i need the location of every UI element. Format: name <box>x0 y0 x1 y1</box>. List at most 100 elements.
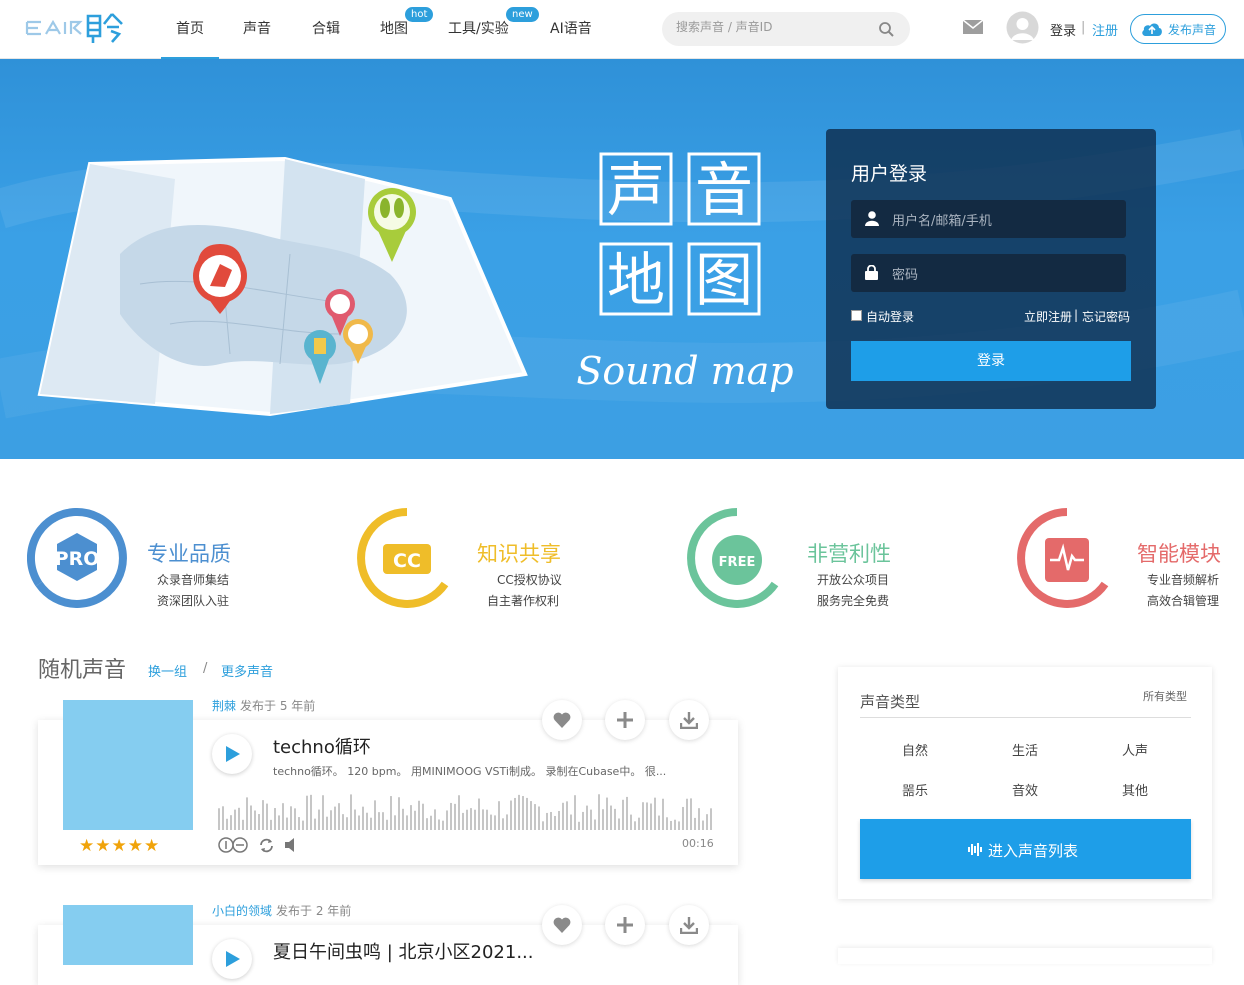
download-button[interactable] <box>669 905 709 945</box>
nav-tools[interactable]: 工具/实验 <box>448 18 509 59</box>
switch-group-link[interactable]: 换一组 <box>148 661 187 680</box>
sound-published: 发布于 2 年前 <box>276 904 352 918</box>
nav-collections[interactable]: 合辑 <box>312 18 340 59</box>
nav-map[interactable]: 地图 <box>380 18 408 59</box>
waveform-bar <box>518 794 520 830</box>
site-logo[interactable] <box>24 10 130 46</box>
waveform-bar <box>226 818 228 830</box>
auto-login-label[interactable]: 自动登录 <box>866 308 914 325</box>
avatar[interactable] <box>1006 11 1039 44</box>
sound-types-panel: 声音类型 所有类型 自然 生活 人声 噐乐 音效 其他 进入声音列表 <box>838 667 1212 899</box>
waveform-bar <box>466 809 468 830</box>
type-life[interactable]: 生活 <box>1012 740 1038 759</box>
add-to-collection-button[interactable] <box>605 905 645 945</box>
waveform-bar <box>550 811 552 830</box>
waveform-bar <box>618 818 620 830</box>
waveform-bar <box>326 816 328 830</box>
waveform-bar <box>514 797 516 830</box>
forgot-password-link[interactable]: 忘记密码 <box>1082 308 1130 325</box>
waveform-bar <box>286 817 288 830</box>
username-placeholder: 用户名/邮箱/手机 <box>892 214 992 229</box>
feature-free-line1: 开放公众项目 <box>817 573 890 587</box>
more-sounds-link[interactable]: 更多声音 <box>221 661 273 680</box>
auto-login-checkbox[interactable] <box>851 310 862 321</box>
waveform-bar <box>454 803 456 830</box>
hero-subtitle: Sound map <box>576 349 793 393</box>
play-button[interactable] <box>212 939 252 979</box>
login-submit-button[interactable]: 登录 <box>851 341 1131 381</box>
like-button[interactable] <box>542 700 582 740</box>
username-field[interactable]: 用户名/邮箱/手机 <box>851 200 1126 238</box>
hero-char-3: 地 <box>607 246 665 314</box>
waveform-bar <box>262 800 264 830</box>
enter-sound-list-button[interactable]: 进入声音列表 <box>860 819 1191 879</box>
type-effects[interactable]: 音效 <box>1012 780 1038 799</box>
sound-types-title: 声音类型 <box>860 693 921 711</box>
register-link[interactable]: 注册 <box>1092 20 1118 39</box>
add-to-collection-button[interactable] <box>605 700 645 740</box>
sound-map-title-art: 声 音 地 图 Sound map <box>576 152 794 393</box>
waveform-bar <box>706 814 708 830</box>
sound-title[interactable]: techno循环 <box>273 733 371 759</box>
waveform-bar <box>234 809 236 830</box>
waveform-bar <box>318 809 320 830</box>
sound-card: ★★★★★ techno循环 techno循环。 120 bpm。 用MINIM… <box>38 700 738 865</box>
volume-icon[interactable] <box>285 838 301 852</box>
waveform-bar <box>502 818 504 830</box>
waveform-bar <box>710 808 712 830</box>
feature-cc-title: 知识共享 <box>477 542 561 566</box>
waveform-bar <box>458 795 460 830</box>
sound-author[interactable]: 荆棘 <box>212 697 236 714</box>
sound-author[interactable]: 小白的领域 <box>212 902 272 919</box>
waveform-bar <box>342 814 344 830</box>
all-types-link[interactable]: 所有类型 <box>1143 688 1187 704</box>
password-field[interactable]: 密码 <box>851 254 1126 292</box>
waveform-bar <box>386 819 388 830</box>
free-badge-icon: FREE <box>687 508 779 608</box>
loop-icon[interactable] <box>259 838 274 853</box>
feature-free-line2: 服务完全免费 <box>817 594 890 608</box>
waveform-bar <box>266 803 268 830</box>
waveform-bar <box>698 808 700 830</box>
play-button[interactable] <box>212 734 252 774</box>
lock-icon <box>865 265 878 280</box>
waveform-bar <box>602 809 604 830</box>
waveform-bar <box>610 805 612 830</box>
waveform-bar <box>582 811 584 830</box>
sound-title[interactable]: 夏日午间虫鸣 | 北京小区2021... <box>273 938 533 964</box>
waveform-bar <box>546 812 548 830</box>
waveform-bar <box>270 819 272 830</box>
download-button[interactable] <box>669 700 709 740</box>
nav-ai-voice[interactable]: AI语音 <box>550 18 592 59</box>
waveform-bar <box>222 806 224 830</box>
waveform-bar <box>626 796 628 830</box>
publish-button[interactable]: 发布声音 <box>1130 14 1226 44</box>
like-button[interactable] <box>542 905 582 945</box>
mail-icon[interactable] <box>963 20 983 34</box>
waveform-bar <box>666 817 668 830</box>
waveform-bar <box>390 796 392 830</box>
svg-text:PRO: PRO <box>55 548 100 570</box>
waveform[interactable] <box>213 790 713 830</box>
nav-tools-label: 工具/实验 <box>448 21 509 37</box>
type-nature[interactable]: 自然 <box>902 740 928 759</box>
waveform-bar <box>218 808 220 830</box>
waveform-bar <box>406 815 408 830</box>
search-icon[interactable] <box>878 21 894 37</box>
nav-sounds[interactable]: 声音 <box>243 18 271 59</box>
pro-badge-icon: PRO <box>27 508 127 608</box>
type-voice[interactable]: 人声 <box>1122 740 1148 759</box>
type-other[interactable]: 其他 <box>1122 780 1148 799</box>
nav-home[interactable]: 首页 <box>161 18 219 60</box>
search-input[interactable] <box>676 20 866 34</box>
login-link[interactable]: 登录 <box>1050 20 1076 39</box>
waveform-bar <box>526 797 528 830</box>
type-instrument[interactable]: 噐乐 <box>902 780 928 799</box>
waveform-bar <box>606 797 608 830</box>
sound-thumbnail[interactable] <box>63 905 193 965</box>
feature-cc-line1: CC授权协议 <box>497 573 562 587</box>
register-now-link[interactable]: 立即注册 <box>1024 308 1072 325</box>
heart-icon <box>553 712 571 728</box>
sound-thumbnail[interactable] <box>63 700 193 830</box>
waveform-bar <box>242 819 244 830</box>
